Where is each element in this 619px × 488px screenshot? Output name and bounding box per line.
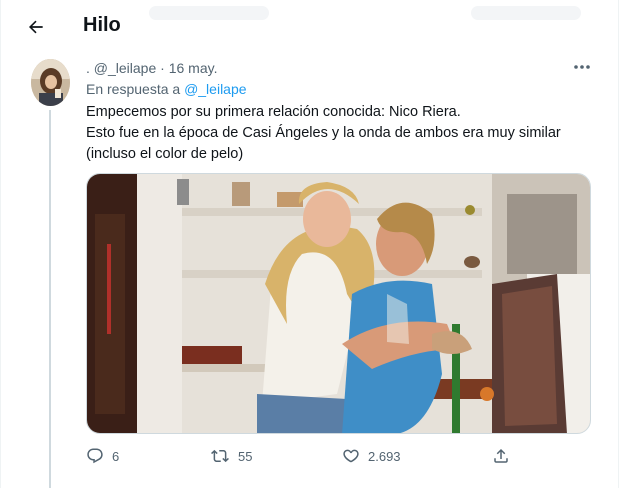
tweet-actions: 6 55 2.693 — [86, 447, 516, 471]
back-button[interactable] — [23, 14, 49, 40]
thread-header: Hilo — [1, 0, 618, 53]
heart-icon — [343, 449, 359, 463]
blurred-background-bar — [471, 6, 581, 20]
reply-prefix: En respuesta a — [86, 81, 181, 97]
share-icon — [494, 448, 508, 463]
retweet-count: 55 — [238, 448, 253, 464]
like-button[interactable]: 2.693 — [342, 447, 401, 465]
tweet-text-line: (incluso el color de pelo) — [86, 146, 244, 162]
arrow-left-icon — [29, 20, 43, 34]
retweet-button[interactable]: 55 — [210, 447, 252, 465]
tweet-meta: . @_leilape · 16 may. — [86, 60, 217, 76]
like-count: 2.693 — [368, 448, 401, 464]
more-dots-icon — [574, 65, 590, 69]
avatar[interactable] — [31, 59, 70, 106]
tweet-photo[interactable] — [86, 173, 591, 434]
reply-mention-link[interactable]: @_leilape — [184, 81, 246, 97]
blurred-background-bar — [149, 6, 269, 20]
share-button[interactable] — [492, 447, 510, 465]
reply-context: En respuesta a @_leilape — [86, 81, 247, 97]
thread-page: Hilo . @_leilape · 16 may. En respuesta … — [0, 0, 619, 488]
reply-button[interactable]: 6 — [86, 447, 119, 465]
tweet-date[interactable]: 16 may. — [169, 60, 218, 76]
page-title: Hilo — [83, 14, 121, 36]
thread-line — [49, 110, 51, 488]
retweet-icon — [211, 449, 229, 463]
meta-separator: · — [160, 60, 165, 76]
reply-count: 6 — [112, 448, 120, 464]
more-options-button[interactable] — [571, 58, 593, 76]
tweet-text: Empecemos por su primera relación conoci… — [86, 102, 591, 165]
tweet-text-line: Esto fue en la época de Casi Ángeles y l… — [86, 125, 561, 141]
reply-icon — [87, 448, 103, 464]
author-handle[interactable]: . @_leilape — [86, 60, 156, 76]
tweet-text-line: Empecemos por su primera relación conoci… — [86, 104, 461, 120]
